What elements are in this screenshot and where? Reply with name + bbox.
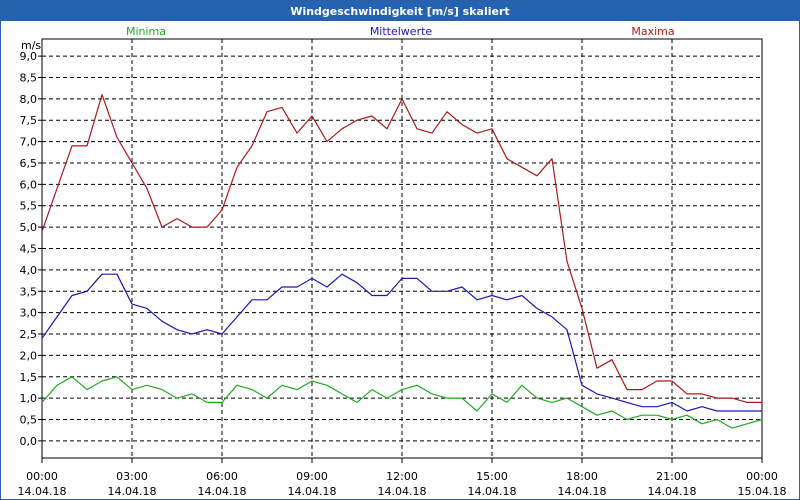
x-tick-label-date: 14.04.18: [378, 485, 427, 498]
y-tick-label: 6,0: [20, 178, 38, 191]
x-tick-label-date: 14.04.18: [18, 485, 67, 498]
x-tick-label-time: 09:00: [296, 470, 328, 483]
x-tick-label-date: 14.04.18: [648, 485, 697, 498]
y-tick-label: 7,0: [20, 136, 38, 149]
x-tick-label-date: 14.04.18: [198, 485, 247, 498]
y-tick-label: 2,5: [20, 328, 38, 341]
y-tick-label: 4,5: [20, 243, 38, 256]
x-tick-label-date: 14.04.18: [288, 485, 337, 498]
y-tick-label: 7,5: [20, 114, 38, 127]
y-tick-label: 6,5: [20, 157, 38, 170]
y-tick-label: 5,5: [20, 200, 38, 213]
x-tick-label-time: 00:00: [746, 470, 778, 483]
x-tick-label-date: 14.04.18: [558, 485, 607, 498]
x-tick-label-time: 00:00: [26, 470, 58, 483]
x-tick-label-time: 06:00: [206, 470, 238, 483]
y-tick-label: 5,0: [20, 221, 38, 234]
y-tick-label: 1,5: [20, 371, 38, 384]
x-tick-label-date: 15.04.18: [738, 485, 787, 498]
y-tick-label: 4,0: [20, 264, 38, 277]
y-axis: 0,0 0,5 1,0 1,5 2,0 2,5 3,0 3,5 4,0 4,5 5,0 5,5 6,0 6…: [20, 50, 42, 448]
x-tick-label-time: 12:00: [386, 470, 418, 483]
y-tick-label: 9,0: [20, 50, 38, 63]
y-tick-label: 1,0: [20, 392, 38, 405]
chart-title: Windgeschwindigkeit [m/s] skaliert: [290, 5, 509, 18]
wind-speed-chart: Windgeschwindigkeit [m/s] skaliert Minim…: [1, 1, 799, 498]
x-tick-label-date: 14.04.18: [468, 485, 517, 498]
x-tick-label-time: 15:00: [476, 470, 508, 483]
legend-minima: Minima: [126, 25, 166, 38]
x-tick-label-time: 18:00: [566, 470, 598, 483]
y-axis-label: m/s: [21, 39, 41, 52]
y-tick-label: 0,0: [20, 435, 38, 448]
legend-mittelwerte: Mittelwerte: [370, 25, 433, 38]
x-tick-label-date: 14.04.18: [108, 485, 157, 498]
y-tick-label: 2,0: [20, 349, 38, 362]
x-axis: 00:00 14.04.18 03:00 14.04.18 06:00 14.04.18 0…: [18, 458, 787, 498]
y-tick-label: 0,5: [20, 414, 38, 427]
y-tick-label: 8,5: [20, 71, 38, 84]
legend-maxima: Maxima: [631, 25, 674, 38]
x-tick-label-time: 03:00: [116, 470, 148, 483]
y-tick-label: 3,0: [20, 307, 38, 320]
y-tick-label: 3,5: [20, 285, 38, 298]
x-tick-label-time: 21:00: [656, 470, 688, 483]
legend: Minima Mittelwerte Maxima: [126, 25, 675, 38]
y-tick-label: 8,0: [20, 93, 38, 106]
chart-window: Windgeschwindigkeit [m/s] skaliert Minim…: [0, 0, 800, 500]
